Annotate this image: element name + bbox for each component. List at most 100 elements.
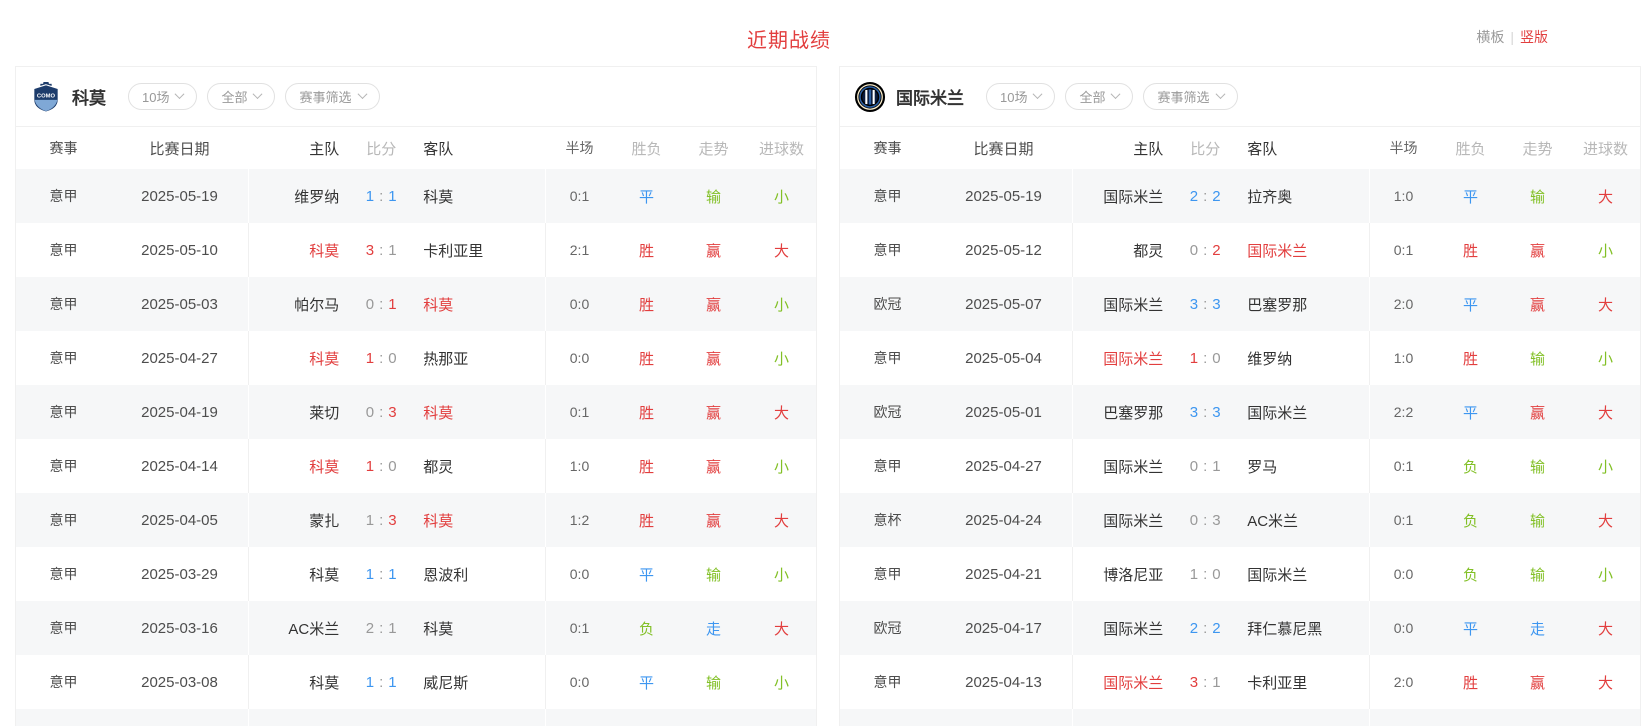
home-team: 都灵 bbox=[1073, 240, 1173, 261]
halftime-cell: 0:1 bbox=[546, 620, 613, 636]
goals-cell: 大 bbox=[1571, 186, 1640, 207]
away-score: 2 bbox=[1212, 620, 1220, 637]
trend-cell: 输 bbox=[1504, 510, 1571, 531]
date-cell: 2025-03-16 bbox=[111, 601, 249, 655]
competition-filter-dropdown[interactable]: 赛事筛选 bbox=[1143, 83, 1237, 110]
table-header: 赛事 比赛日期 主队 比分 客队 半场 胜负 走势 进球数 bbox=[16, 127, 816, 169]
teams-cell: 科莫3:1卡利亚里 bbox=[249, 223, 546, 277]
teams-cell: 国际米兰0:1罗马 bbox=[1073, 439, 1370, 493]
away-score: 1 bbox=[1212, 674, 1220, 691]
match-row: 意甲2025-03-08科莫1:1威尼斯0:0平输小 bbox=[16, 655, 816, 709]
away-score: 2 bbox=[1212, 188, 1220, 205]
result-cell: 胜 bbox=[1437, 240, 1504, 261]
date-cell: 2025-05-12 bbox=[935, 223, 1073, 277]
home-score: 2 bbox=[1190, 620, 1198, 637]
away-team: 拉齐奥 bbox=[1237, 186, 1369, 207]
layout-vertical-link[interactable]: 竖版 bbox=[1520, 29, 1548, 45]
away-team: 威尼斯 bbox=[413, 672, 545, 693]
home-score: 1 bbox=[366, 512, 374, 529]
match-row: 意甲2025-05-03帕尔马0:1科莫0:0胜赢小 bbox=[16, 277, 816, 331]
result-cell: 胜 bbox=[1437, 348, 1504, 369]
teams-cell: 国际米兰0:3AC米兰 bbox=[1073, 493, 1370, 547]
team-panel-como: COMO 科莫 10场 全部 赛事筛选 赛事 比赛日期 主队 比分 客队 bbox=[15, 66, 817, 726]
home-team: 维罗纳 bbox=[249, 186, 349, 207]
col-competition: 赛事 bbox=[840, 138, 935, 158]
col-result: 胜负 bbox=[613, 138, 680, 159]
away-score: 3 bbox=[388, 404, 396, 421]
teams-cell: 维罗纳1:1科莫 bbox=[249, 169, 546, 223]
col-date: 比赛日期 bbox=[935, 127, 1073, 169]
inter-milan-crest-icon bbox=[854, 81, 886, 113]
halftime-cell: 0:1 bbox=[1370, 512, 1437, 528]
date-cell: 2025-05-19 bbox=[935, 169, 1073, 223]
away-team: 恩波利 bbox=[413, 564, 545, 585]
goals-cell: 小 bbox=[747, 186, 816, 207]
match-rows: 意甲2025-05-19国际米兰2:2拉齐奥1:0平输大意甲2025-05-12… bbox=[840, 169, 1640, 726]
home-team: 科莫 bbox=[249, 240, 349, 261]
away-score: 1 bbox=[388, 674, 396, 691]
col-away: 客队 bbox=[1237, 138, 1369, 159]
score-colon: : bbox=[1203, 242, 1207, 259]
trend-cell: 赢 bbox=[680, 294, 747, 315]
home-score: 1 bbox=[1190, 350, 1198, 367]
layout-toggle: 横板|竖版 bbox=[1476, 27, 1548, 47]
layout-horizontal-link[interactable]: 横板 bbox=[1476, 29, 1504, 45]
away-team: 巴塞罗那 bbox=[1237, 294, 1369, 315]
col-away: 客队 bbox=[413, 138, 545, 159]
away-score: 1 bbox=[388, 242, 396, 259]
date-cell: 2025-05-01 bbox=[935, 385, 1073, 439]
away-score: 0 bbox=[388, 458, 396, 475]
home-team: 国际米兰 bbox=[1073, 510, 1173, 531]
score-cell: 1:0 bbox=[349, 458, 413, 475]
match-row: 意杯2025-04-24国际米兰0:3AC米兰0:1负输大 bbox=[840, 493, 1640, 547]
scope-filter-dropdown[interactable]: 全部 bbox=[207, 83, 275, 110]
home-score: 1 bbox=[1190, 566, 1198, 583]
home-team: 国际米兰 bbox=[1073, 348, 1173, 369]
scope-filter-dropdown[interactable]: 全部 bbox=[1065, 83, 1133, 110]
trend-cell: 赢 bbox=[1504, 294, 1571, 315]
halftime-cell: 0:0 bbox=[546, 350, 613, 366]
competition-cell: 意甲 bbox=[840, 348, 935, 368]
chevron-down-icon bbox=[175, 89, 185, 99]
teams-cell: 科莫1:1威尼斯 bbox=[249, 655, 546, 709]
home-score: 1 bbox=[366, 458, 374, 475]
score-colon: : bbox=[1203, 188, 1207, 205]
halftime-cell: 1:2 bbox=[546, 512, 613, 528]
goals-cell: 小 bbox=[747, 672, 816, 693]
score-colon: : bbox=[1203, 566, 1207, 583]
home-score: 0 bbox=[1190, 242, 1198, 259]
trend-cell: 赢 bbox=[680, 402, 747, 423]
teams-cell: AC米兰2:1科莫 bbox=[249, 601, 546, 655]
result-cell: 胜 bbox=[613, 240, 680, 261]
score-colon: : bbox=[379, 242, 383, 259]
score-colon: : bbox=[1203, 350, 1207, 367]
goals-cell: 大 bbox=[747, 618, 816, 639]
score-cell: 1:3 bbox=[349, 512, 413, 529]
halftime-cell: 2:2 bbox=[1370, 404, 1437, 420]
home-score: 1 bbox=[366, 188, 374, 205]
match-row: 意甲2025-04-27科莫1:0热那亚0:0胜赢小 bbox=[16, 331, 816, 385]
halftime-cell: 2:1 bbox=[546, 242, 613, 258]
teams-cell: 国际米兰2:2拜仁慕尼黑 bbox=[1073, 601, 1370, 655]
chevron-down-icon bbox=[253, 89, 263, 99]
goals-cell: 大 bbox=[747, 510, 816, 531]
trend-cell: 输 bbox=[680, 186, 747, 207]
match-row: 欧冠2025-04-17国际米兰2:2拜仁慕尼黑0:0平走大 bbox=[840, 601, 1640, 655]
trend-cell: 走 bbox=[680, 618, 747, 639]
matches-filter-dropdown[interactable]: 10场 bbox=[128, 83, 197, 110]
match-row: 意甲2025-05-04国际米兰1:0维罗纳1:0胜输小 bbox=[840, 331, 1640, 385]
matches-filter-dropdown[interactable]: 10场 bbox=[986, 83, 1055, 110]
home-team: 蒙扎 bbox=[249, 510, 349, 531]
home-team: 巴塞罗那 bbox=[1073, 402, 1173, 423]
goals-cell: 大 bbox=[1571, 402, 1640, 423]
competition-cell: 意甲 bbox=[16, 618, 111, 638]
match-row: 意甲2025-04-14科莫1:0都灵1:0胜赢小 bbox=[16, 439, 816, 493]
away-score: 0 bbox=[1212, 566, 1220, 583]
score-colon: : bbox=[1203, 296, 1207, 313]
panel-header: 国际米兰 10场 全部 赛事筛选 bbox=[840, 67, 1640, 127]
score-cell: 1:1 bbox=[349, 188, 413, 205]
teams-cell: 国际米兰2:2拉齐奥 bbox=[1073, 169, 1370, 223]
competition-filter-dropdown[interactable]: 赛事筛选 bbox=[285, 83, 379, 110]
date-cell bbox=[935, 709, 1073, 726]
away-team: 科莫 bbox=[413, 402, 545, 423]
